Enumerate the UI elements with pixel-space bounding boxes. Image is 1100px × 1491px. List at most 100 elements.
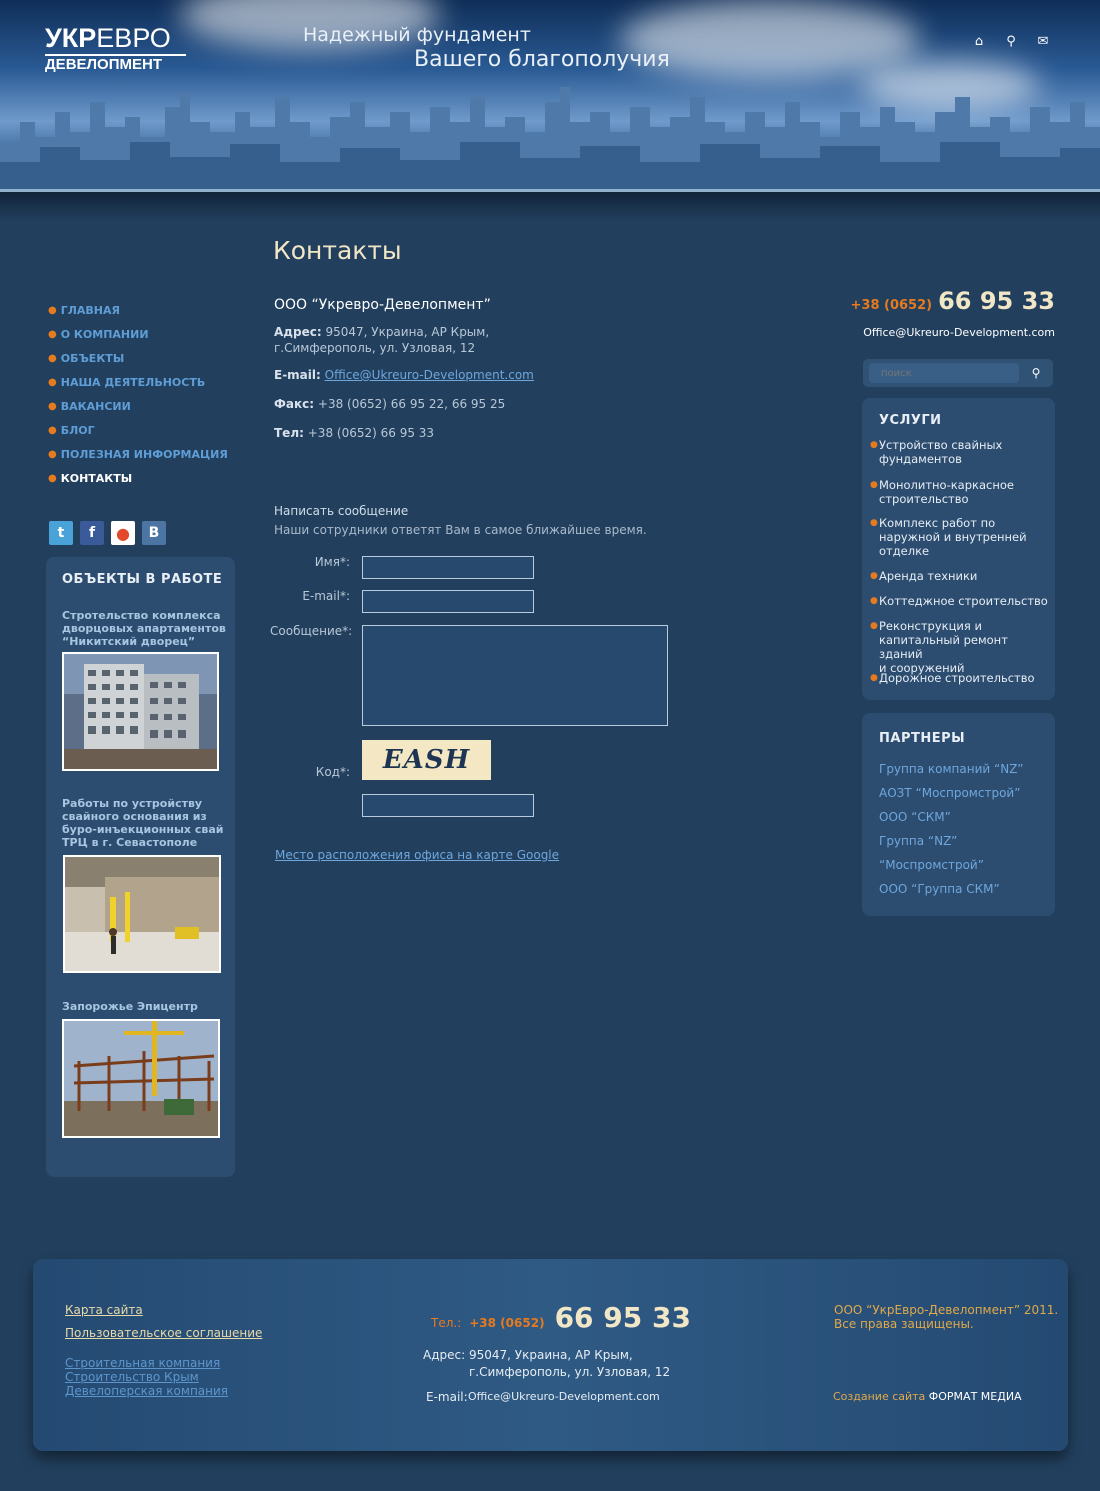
footer-email-label: E-mail: [426,1390,468,1404]
creator-link[interactable]: ФОРМАТ МЕДИА [929,1390,1022,1403]
search-input[interactable] [869,363,1019,383]
services-title: УСЛУГИ [879,413,942,428]
nav-item-blog[interactable]: ● БЛОГ [48,418,228,442]
bullet-icon: ● [48,304,57,316]
service-item[interactable]: ● Реконструкция и капитальный ремонт здани… [870,619,1055,675]
site-creator: Создание сайта ФОРМАТ МЕДИА [833,1390,1022,1403]
email-input[interactable] [362,590,534,613]
nav-item-label: О КОМПАНИИ [60,327,149,341]
service-item[interactable]: ● Дорожное строительство [870,671,1035,685]
object-photo-piling[interactable] [63,855,221,973]
captcha-input[interactable] [362,794,534,817]
nav-item-objects[interactable]: ● ОБЪЕКТЫ [48,346,228,370]
service-item[interactable]: ● Комплекс работ по наружной и внутренней о… [870,516,1027,558]
partner-link[interactable]: Группа “NZ” [879,834,957,848]
seo-link[interactable]: Строительство Крым [65,1370,199,1384]
object-caption[interactable]: Запорожье Эпицентр [62,1000,227,1013]
nav-item-label: ВАКАНСИИ [60,399,131,413]
services-panel: УСЛУГИ ● Устройство свайных фундаментов ● М… [862,398,1055,700]
partner-link[interactable]: ООО “СКМ” [879,810,951,824]
bullet-icon: ● [48,400,57,412]
google-buzz-icon[interactable]: ● [111,521,135,545]
partner-link[interactable]: “Моспромстрой” [879,858,984,872]
tel-label: Тел: [274,426,304,440]
bullet-icon: ● [870,571,878,581]
service-line: наружной и внутренней [879,530,1027,544]
seo-link[interactable]: Строительная компания [65,1356,220,1370]
nav-item-contacts[interactable]: ● КОНТАКТЫ [48,466,228,490]
service-item[interactable]: ● Монолитно-каркасное строительство [870,478,1014,506]
footer-phone: Тел.: +38 (0652) 66 95 33 [431,1301,691,1334]
mail-icon[interactable]: ✉ [1034,34,1052,50]
twitter-icon[interactable]: t [49,521,73,545]
created-label: Создание сайта [833,1390,926,1403]
partners-panel: ПАРТНЕРЫ Группа компаний “NZ” АОЗТ “Мосп… [862,713,1055,916]
object-photo-building[interactable] [62,652,219,771]
facebook-icon[interactable]: f [80,521,104,545]
search-icon[interactable]: ⚲ [1002,34,1020,50]
header-email[interactable]: Office@Ukreuro-Development.com [863,326,1055,339]
nav-item-useful-info[interactable]: ● ПОЛЕЗНАЯ ИНФОРМАЦИЯ [48,442,228,466]
bullet-icon: ● [870,440,878,450]
steel-frame-photo-image [64,1021,218,1136]
google-map-link[interactable]: Место расположения офиса на карте Google [275,848,559,862]
object-caption[interactable]: Стротельство комплекса дворцовых апартам… [62,609,227,648]
nav-item-home[interactable]: ● ГЛАВНАЯ [48,298,228,322]
service-line: Дорожное строительство [879,671,1035,685]
site-logo[interactable]: УКРЕВРО ДЕВЕЛОПМЕНТ [45,24,186,73]
partner-link[interactable]: ООО “Группа СКМ” [879,882,1000,896]
partner-link[interactable]: Группа компаний “NZ” [879,762,1023,776]
footer-tel-number: 66 95 33 [554,1301,691,1334]
nav-item-activity[interactable]: ● НАША ДЕЯТЕЛЬНОСТЬ [48,370,228,394]
object-caption[interactable]: Работы по устройству свайного основания … [62,797,227,849]
address-block: Адрес: 95047, Украина, АР Крым, [274,325,489,339]
message-textarea[interactable] [362,625,668,726]
service-line: Реконструкция и [879,619,982,633]
service-item[interactable]: ● Коттеджное строительство [870,594,1048,608]
nav-item-about[interactable]: ● О КОМПАНИИ [48,322,228,346]
city-skyline-image [0,87,1100,192]
footer-addr-line1: 95047, Украина, АР Крым, [469,1348,633,1362]
phone-number: 66 95 33 [938,287,1055,315]
bullet-icon: ● [48,376,57,388]
nav-item-vacancies[interactable]: ● ВАКАНСИИ [48,394,228,418]
address-line1: 95047, Украина, АР Крым, [325,325,490,339]
fax-label: Факс: [274,397,315,411]
email-label: E-mail: [274,368,321,382]
service-line: капитальный ремонт зданий [879,633,1008,661]
tel-value: +38 (0652) 66 95 33 [307,426,435,440]
nav-item-label: БЛОГ [60,423,95,437]
fax-block: Факс: +38 (0652) 66 95 22, 66 95 25 [274,397,505,411]
site-footer: Карта сайта Пользовательское соглашение … [33,1259,1068,1451]
nav-item-label: ОБЪЕКТЫ [60,351,125,365]
bullet-icon: ● [48,472,57,484]
service-line: Коттеджное строительство [879,594,1048,608]
logo-text-thin: ЕВРО [96,23,171,53]
bullet-icon: ● [870,480,878,490]
service-line: Аренда техники [879,569,978,583]
home-icon[interactable]: ⌂ [970,34,988,50]
piling-photo-image [65,857,219,971]
search-box: ⚲ [863,359,1053,387]
email-link[interactable]: Office@Ukreuro-Development.com [325,368,534,382]
tel-block: Тел: +38 (0652) 66 95 33 [274,426,434,440]
object-photo-epicenter[interactable] [62,1019,220,1138]
user-agreement-link[interactable]: Пользовательское соглашение [65,1326,262,1340]
form-subtitle: Наши сотрудники ответят Вам в самое ближ… [274,523,647,537]
search-button[interactable]: ⚲ [1025,363,1047,383]
footer-email[interactable]: Office@Ukreuro-Development.com [468,1390,660,1403]
service-item[interactable]: ● Устройство свайных фундаментов [870,438,1002,466]
nav-item-label: ГЛАВНАЯ [60,303,120,317]
bullet-icon: ● [870,596,878,606]
form-title: Написать сообщение [274,504,409,518]
captcha-image: EASH [362,740,491,780]
bullet-icon: ● [48,448,57,460]
service-item[interactable]: ● Аренда техники [870,569,977,583]
search-icon: ⚲ [1031,366,1041,380]
seo-link[interactable]: Девелоперская компания [65,1384,228,1398]
name-input[interactable] [362,556,534,579]
sitemap-link[interactable]: Карта сайта [65,1303,143,1317]
vkontakte-icon[interactable]: B [142,521,166,545]
partner-link[interactable]: АОЗТ “Моспромстрой” [879,786,1020,800]
logo-text-bold: УКР [45,23,97,53]
